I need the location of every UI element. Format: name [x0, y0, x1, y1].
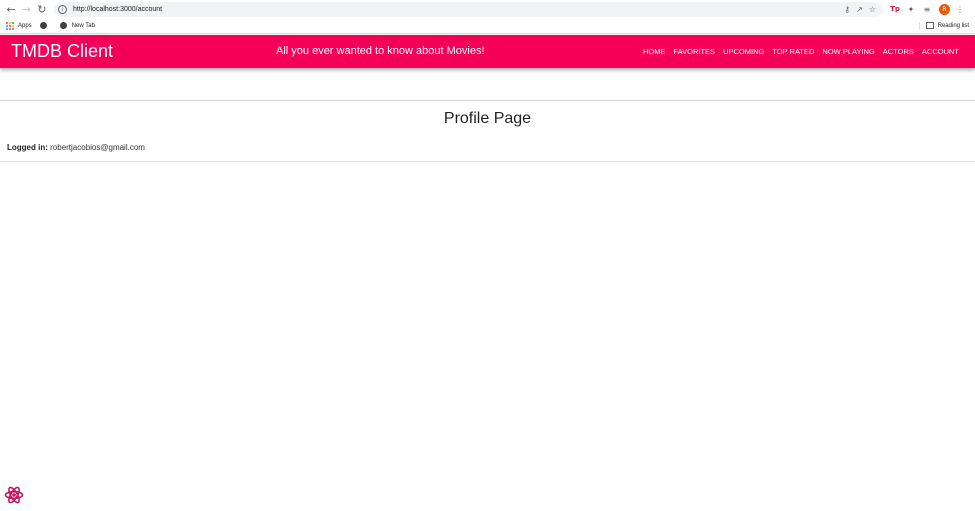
key-icon[interactable]: ⚷: [844, 5, 850, 14]
share-icon[interactable]: ↗: [856, 5, 863, 14]
logged-in-row: Logged in: robertjacobios@gmail.com: [7, 143, 975, 161]
user-email: robertjacobios@gmail.com: [50, 143, 145, 152]
menu-dots-icon[interactable]: ⋮: [953, 5, 967, 14]
page-title: Profile Page: [443, 110, 532, 127]
back-arrow-icon[interactable]: ←: [6, 2, 16, 16]
star-icon[interactable]: ☆: [869, 5, 876, 14]
forward-arrow-icon[interactable]: →: [21, 2, 31, 16]
globe-icon: [39, 22, 47, 29]
reload-icon[interactable]: ↻: [37, 2, 47, 16]
nav-account[interactable]: ACCOUNT: [922, 47, 959, 56]
media-icon[interactable]: ≡: [920, 5, 934, 14]
react-devtools-icon[interactable]: [4, 486, 24, 504]
address-bar[interactable]: i http://localhost:3000/account ⚷ ↗ ☆: [53, 1, 882, 17]
divider-bottom: [0, 161, 975, 162]
extensions-icon[interactable]: ✦: [904, 5, 918, 14]
reading-list-icon: [925, 22, 934, 29]
nav-actors[interactable]: ACTORS: [883, 47, 914, 56]
nav-top-rated[interactable]: TOP RATED: [772, 47, 814, 56]
bookmark-new-tab-label: New Tab: [71, 22, 95, 29]
profile-content: Profile Page Logged in: robertjacobios@g…: [0, 100, 975, 162]
nav-home[interactable]: HOME: [643, 47, 666, 56]
bookmarks-bar: Apps New Tab Reading list: [0, 18, 975, 34]
globe-icon: [59, 22, 67, 29]
url-text[interactable]: http://localhost:3000/account: [73, 6, 162, 13]
bookmark-globe[interactable]: [39, 22, 52, 29]
reading-list-label: Reading list: [937, 22, 969, 29]
nav-upcoming[interactable]: UPCOMING: [723, 47, 764, 56]
apps-grid-icon: [6, 21, 14, 30]
bookmark-apps[interactable]: Apps: [6, 21, 32, 30]
header-tagline: All you ever wanted to know about Movies…: [276, 45, 485, 57]
extension-tp-icon[interactable]: Tp: [888, 5, 902, 13]
bookmark-new-tab[interactable]: New Tab: [59, 22, 95, 29]
main-nav: HOME FAVORITES UPCOMING TOP RATED NOW PL…: [635, 35, 959, 68]
divider-top: [0, 100, 975, 101]
app-header: TMDB Client All you ever wanted to know …: [0, 35, 975, 68]
nav-favorites[interactable]: FAVORITES: [674, 47, 716, 56]
profile-avatar[interactable]: R: [938, 3, 950, 15]
logged-in-label: Logged in:: [7, 143, 48, 152]
brand-title: TMDB Client: [11, 41, 114, 61]
browser-toolbar: ← → ↻ i http://localhost:3000/account ⚷ …: [0, 0, 975, 18]
reading-list[interactable]: Reading list: [918, 22, 969, 29]
info-icon[interactable]: i: [57, 4, 67, 14]
bookmark-apps-label: Apps: [18, 22, 32, 29]
nav-now-playing[interactable]: NOW PLAYING: [822, 47, 874, 56]
